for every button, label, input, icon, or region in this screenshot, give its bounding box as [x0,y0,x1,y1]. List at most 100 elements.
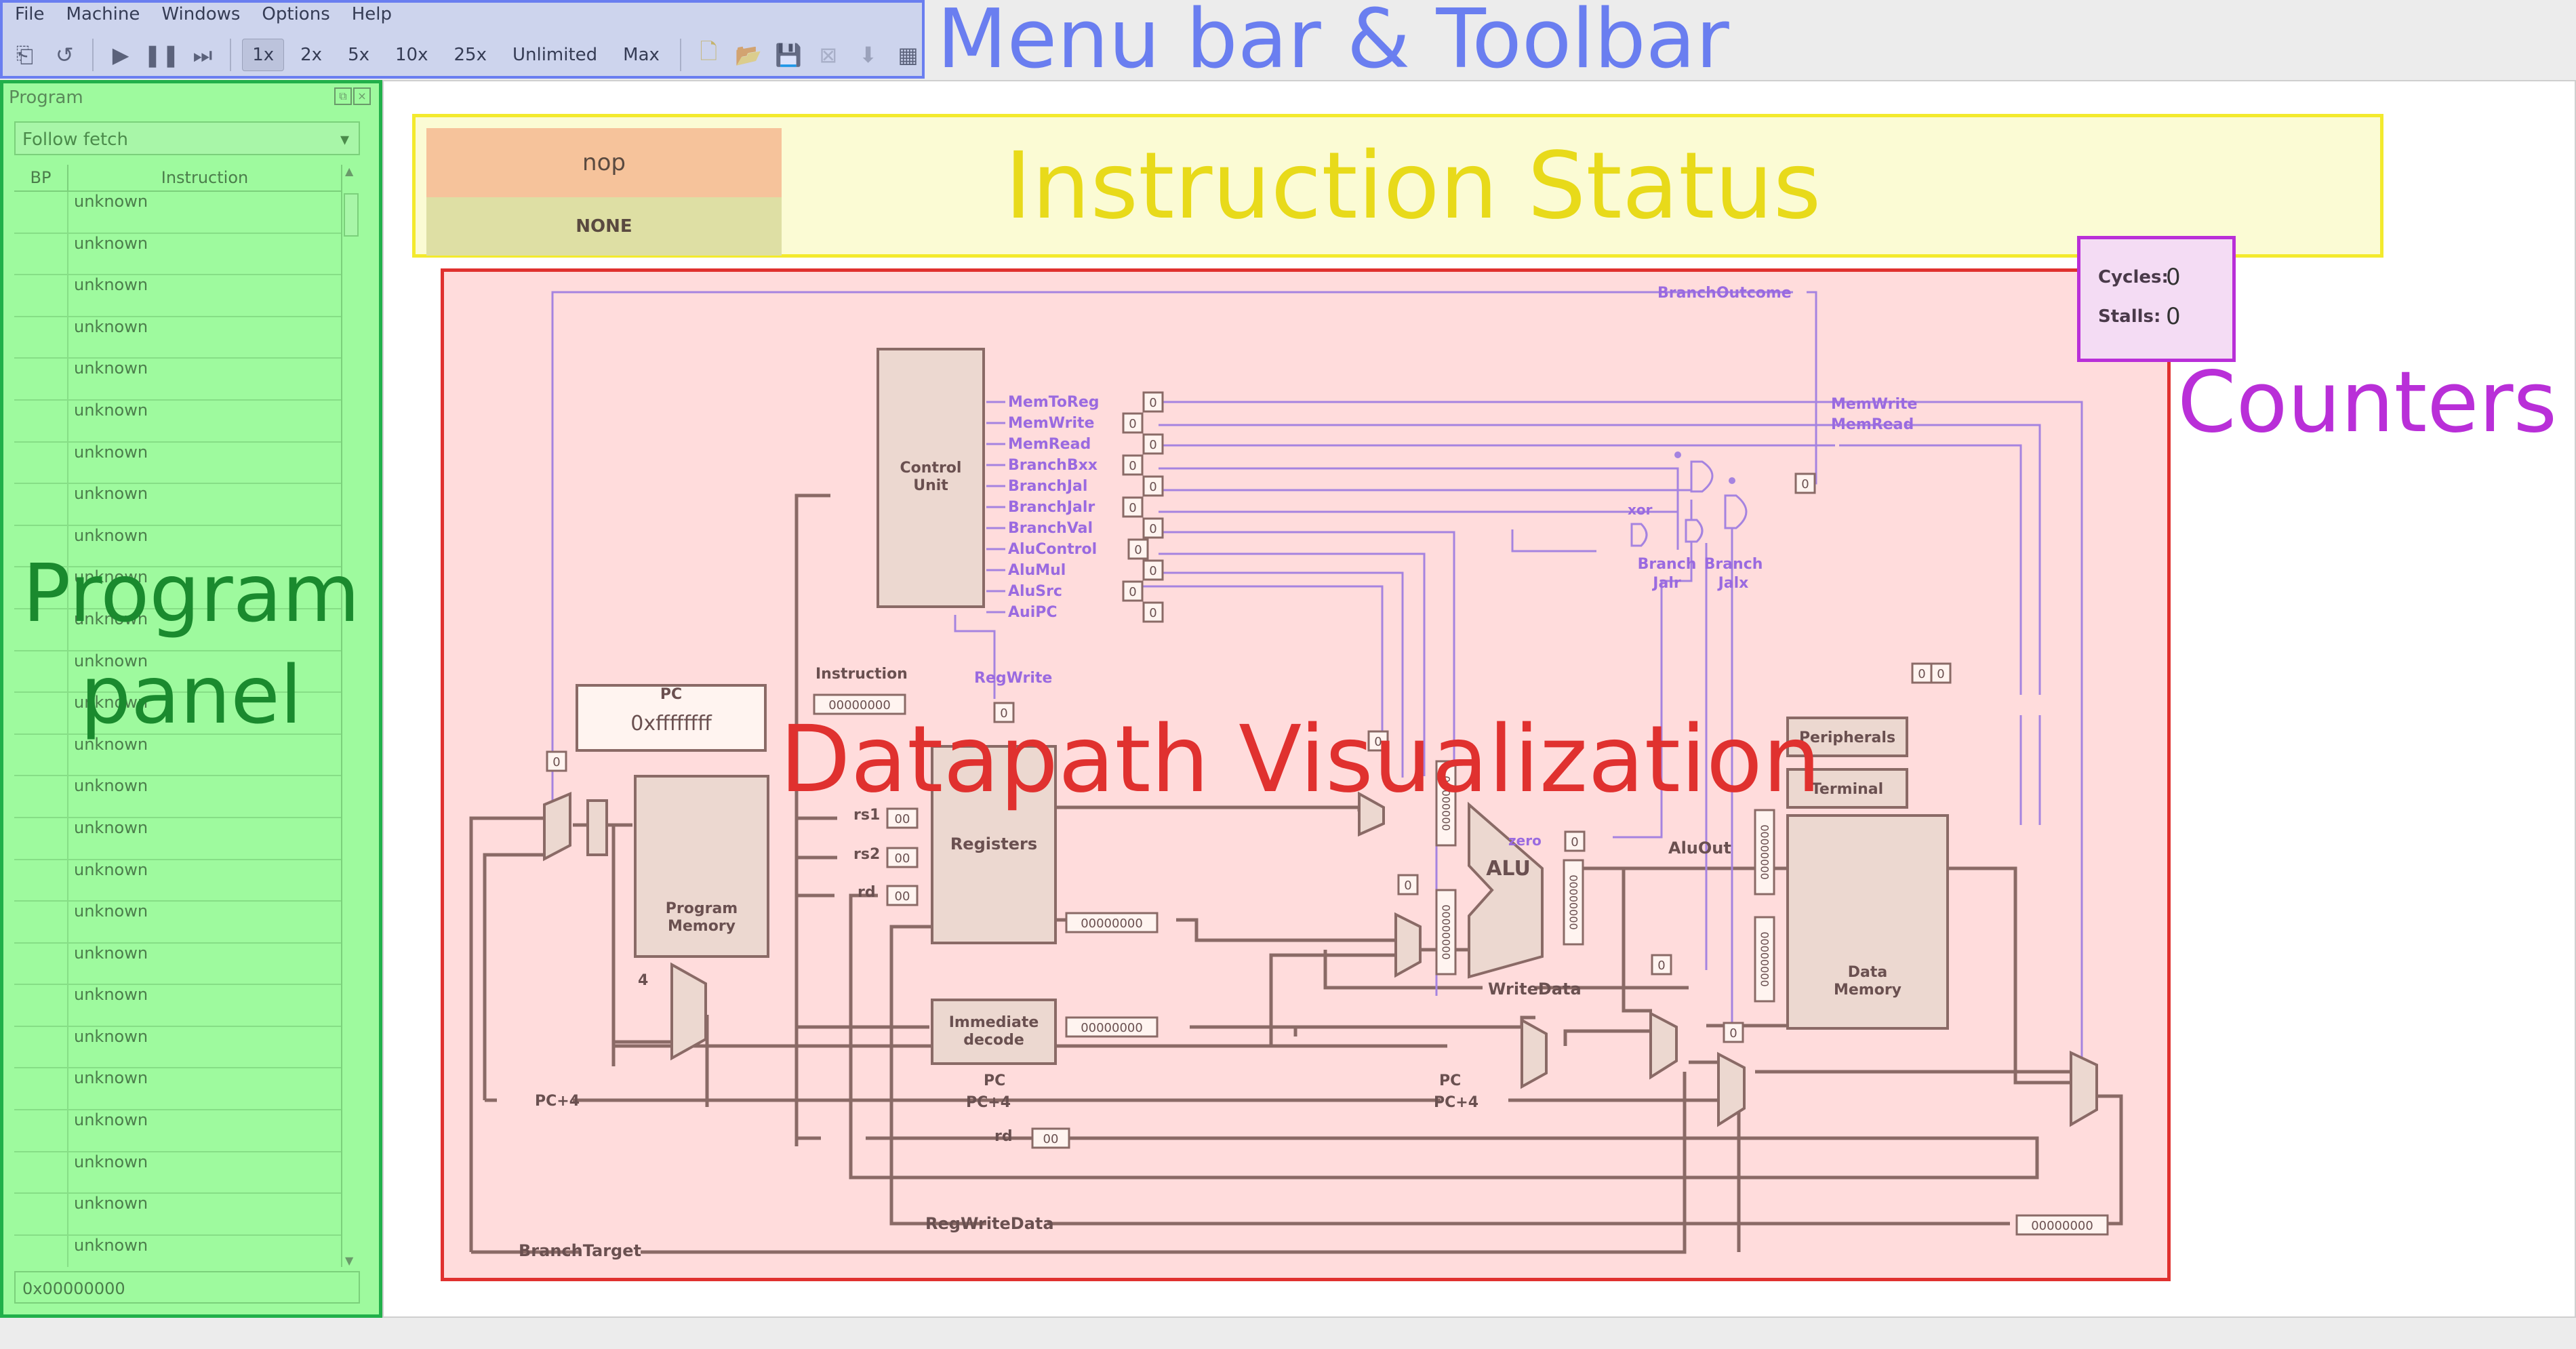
float-icon[interactable]: ⧉ [334,87,352,105]
reset-icon[interactable]: ⎗ [8,37,41,73]
program-row[interactable]: unknown [14,776,341,818]
new-file-icon[interactable]: 🗋 [692,37,725,73]
open-folder-icon[interactable]: 📂 [732,37,765,73]
program-row[interactable]: unknown [14,609,341,651]
zero-value: 0 [1564,830,1586,852]
instruction-cell: unknown [74,233,148,253]
breakpoint-cell[interactable] [14,317,68,358]
menu-options[interactable]: Options [255,1,342,27]
program-row[interactable]: unknown [14,693,341,735]
breakpoint-cell[interactable] [14,484,68,525]
breakpoint-cell[interactable] [14,275,68,316]
speed-5x-button[interactable]: 5x [338,39,379,71]
program-row[interactable]: unknown [14,985,341,1027]
control-signal-label: BranchBxx [1008,457,1098,474]
program-row[interactable]: unknown [14,192,341,234]
program-row[interactable]: unknown [14,734,341,777]
program-row[interactable]: unknown [14,1026,341,1069]
menu-machine[interactable]: Machine [60,1,153,27]
breakpoint-cell[interactable] [14,567,68,608]
program-row[interactable]: unknown [14,1152,341,1194]
value-box-text: 00 [895,812,910,826]
control-signal-value: 0 [1122,412,1144,434]
undo-icon[interactable]: ↺ [48,37,81,73]
value-box-text: 0 [1149,438,1156,452]
chevron-down-icon: ▾ [340,129,349,150]
speed-unlimited-button[interactable]: Unlimited [503,39,607,71]
instruction-cell: unknown [74,1152,148,1171]
breakpoint-cell[interactable] [14,943,68,984]
program-scrollbar[interactable]: ▲ ▼ [341,165,360,1267]
program-row[interactable]: unknown [14,1110,341,1152]
breakpoint-cell[interactable] [14,609,68,650]
breakpoint-cell[interactable] [14,860,68,901]
column-header-bp[interactable]: BP [14,165,68,190]
branch-adder [1521,1018,1548,1089]
breakpoint-cell[interactable] [14,734,68,776]
program-row[interactable]: unknown [14,442,341,485]
program-row[interactable]: unknown [14,651,341,693]
program-row[interactable]: unknown [14,525,341,568]
breakpoint-cell[interactable] [14,1110,68,1151]
run-icon[interactable]: ▶ [104,37,138,73]
breakpoint-cell[interactable] [14,651,68,692]
close-icon[interactable]: × [353,87,371,105]
breakpoint-cell[interactable] [14,400,68,441]
breakpoint-cell[interactable] [14,818,68,859]
column-header-instruction[interactable]: Instruction [68,165,341,190]
breakpoint-cell[interactable] [14,525,68,567]
save-icon[interactable]: 💾 [772,37,805,73]
speed-25x-button[interactable]: 25x [444,39,496,71]
program-row[interactable]: unknown [14,233,341,276]
breakpoint-cell[interactable] [14,192,68,233]
program-row[interactable]: unknown [14,943,341,986]
breakpoint-cell[interactable] [14,233,68,275]
speed-10x-button[interactable]: 10x [386,39,437,71]
program-row[interactable]: unknown [14,1194,341,1236]
breakpoint-cell[interactable] [14,359,68,399]
imm-out-value: 00000000 [1065,1016,1159,1038]
alu-src2-mux [1394,912,1422,978]
breakpoint-cell[interactable] [14,1068,68,1110]
program-row[interactable]: unknown [14,860,341,902]
menu-file[interactable]: File [8,1,57,27]
control-signal-value: 0 [1127,538,1149,560]
speed-max-button[interactable]: Max [613,39,669,71]
address-input[interactable]: 0x00000000 [14,1271,360,1304]
program-row[interactable]: unknown [14,317,341,359]
breakpoint-cell[interactable] [14,1235,68,1267]
scrollbar-thumb[interactable] [344,193,359,237]
step-icon[interactable]: ⏭ [186,37,219,73]
breakpoint-cell[interactable] [14,693,68,733]
program-memory-label: Program Memory [666,900,738,935]
close-icon[interactable]: ⊠ [811,37,845,73]
breakpoint-cell[interactable] [14,1026,68,1068]
program-row[interactable]: unknown [14,902,341,944]
program-row[interactable]: unknown [14,484,341,526]
breakpoint-cell[interactable] [14,985,68,1026]
pause-icon[interactable]: ❚❚ [144,37,180,73]
speed-2x-button[interactable]: 2x [291,39,331,71]
program-row[interactable]: unknown [14,818,341,860]
breakpoint-cell[interactable] [14,442,68,483]
breakpoint-cell[interactable] [14,776,68,817]
menu-windows[interactable]: Windows [155,1,252,27]
program-row[interactable]: unknown [14,275,341,317]
program-row[interactable]: unknown [14,1235,341,1267]
value-box-text: 0 [1374,735,1382,749]
breakpoint-cell[interactable] [14,1152,68,1193]
program-row[interactable]: unknown [14,400,341,443]
download-icon[interactable]: ⬇ [851,37,885,73]
breakpoint-cell[interactable] [14,1194,68,1234]
scroll-up-icon[interactable]: ▲ [345,165,353,178]
program-row[interactable]: unknown [14,567,341,609]
speed-1x-button[interactable]: 1x [242,39,285,71]
program-row[interactable]: unknown [14,359,341,401]
breakpoint-cell[interactable] [14,902,68,942]
program-row[interactable]: unknown [14,1068,341,1111]
value-box-text: 0 [1000,706,1007,721]
follow-select[interactable]: Follow fetch ▾ [14,121,360,155]
scroll-down-icon[interactable]: ▼ [345,1254,353,1267]
menu-help[interactable]: Help [345,1,404,27]
memory-chip-icon[interactable]: ▦ [891,37,925,73]
